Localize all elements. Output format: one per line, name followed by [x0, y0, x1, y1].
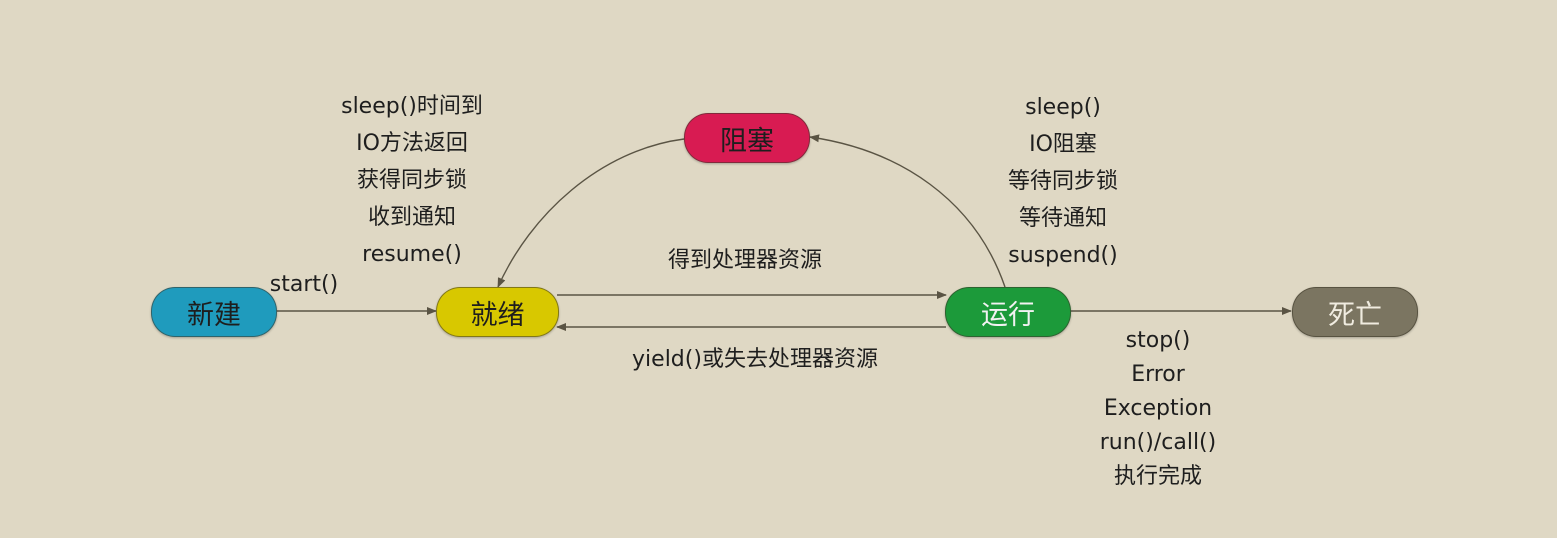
thread-lifecycle-diagram: 新建 就绪 阻塞 运行 死亡 start() sleep()时间到 IO方法返回…	[0, 0, 1557, 538]
label-line: 获得同步锁	[356, 168, 467, 193]
label-line: resume()	[362, 242, 462, 267]
label-line: run()/call()	[1099, 430, 1217, 455]
label-line: 得到处理器资源	[667, 248, 822, 273]
label-line: 等待同步锁	[1007, 169, 1118, 194]
label-line: Exception	[1103, 396, 1213, 421]
state-new-label: 新建	[187, 299, 241, 331]
state-new: 新建	[151, 287, 277, 337]
state-running: 运行	[945, 287, 1071, 337]
state-ready: 就绪	[436, 287, 559, 337]
state-ready-label: 就绪	[470, 299, 525, 331]
label-running-to-blocked: sleep() IO阻塞 等待同步锁 等待通知 suspend()	[973, 89, 1153, 274]
label-line: yield()或失去处理器资源	[632, 347, 878, 372]
label-blocked-to-ready: sleep()时间到 IO方法返回 获得同步锁 收到通知 resume()	[312, 88, 512, 273]
label-line: 收到通知	[367, 205, 456, 230]
state-running-label: 运行	[981, 299, 1035, 331]
label-line: IO方法返回	[356, 131, 468, 156]
state-dead-label: 死亡	[1328, 299, 1382, 331]
state-blocked: 阻塞	[684, 113, 810, 163]
label-line: 等待通知	[1018, 206, 1107, 231]
label-line: 执行完成	[1113, 464, 1202, 489]
label-line: sleep()时间到	[341, 94, 483, 119]
state-dead: 死亡	[1292, 287, 1418, 337]
label-line: Error	[1131, 362, 1185, 387]
label-running-to-dead: stop() Error Exception run()/call() 执行完成	[1078, 324, 1238, 494]
label-line: stop()	[1125, 328, 1191, 353]
label-line: suspend()	[1008, 243, 1118, 268]
label-line: IO阻塞	[1029, 132, 1097, 157]
label-line: sleep()	[1025, 95, 1101, 120]
label-ready-to-running: 得到处理器资源	[625, 242, 865, 279]
label-running-to-ready: yield()或失去处理器资源	[580, 341, 930, 378]
state-blocked-label: 阻塞	[720, 125, 774, 157]
